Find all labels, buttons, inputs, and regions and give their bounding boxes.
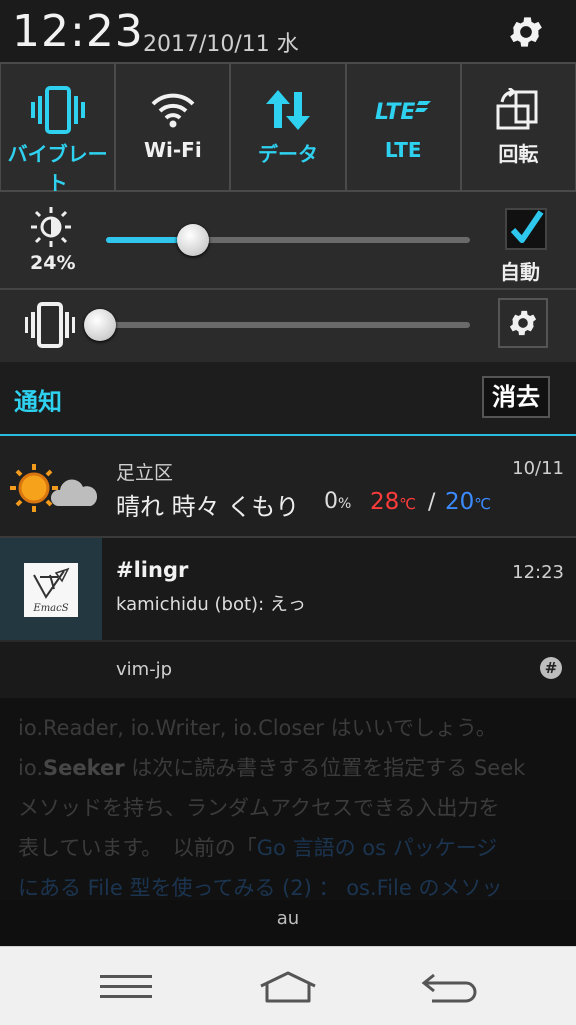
- temp-high: 28℃: [370, 489, 416, 515]
- toggle-label: 回転: [498, 142, 539, 166]
- quick-toggles: バイブレート Wi-Fi データ LTE LTE 回転: [0, 62, 576, 195]
- toggle-rotate[interactable]: 回転: [461, 64, 576, 190]
- vibration-settings-button[interactable]: [498, 298, 548, 348]
- navigation-bar: [0, 946, 576, 1025]
- auto-brightness-checkbox[interactable]: [505, 208, 547, 250]
- gear-icon: [509, 310, 537, 336]
- menu-icon: [100, 975, 152, 998]
- temp-high-value: 28: [370, 489, 400, 515]
- rain-chance: 0%: [324, 489, 351, 514]
- bg-text: は次に読み書きする位置を指定する Seek: [124, 756, 526, 780]
- brightness-percent: 24%: [30, 252, 76, 274]
- status-header: 12:23 2017/10/11 水: [0, 0, 576, 62]
- divider: [0, 640, 576, 642]
- sun-cloud-icon: [8, 462, 100, 518]
- weather-place: 足立区: [116, 462, 174, 484]
- bg-link: Go 言語の os パッケージ: [256, 836, 498, 860]
- clock: 12:23: [12, 6, 144, 57]
- checkmark-icon: [510, 210, 544, 243]
- temp-low-value: 20: [445, 489, 475, 515]
- weather-date: 10/11: [512, 458, 564, 479]
- lingr-app-name: vim-jp: [116, 659, 173, 680]
- temp-unit: ℃: [399, 495, 417, 513]
- lingr-message: kamichidu (bot): えっ: [116, 594, 306, 615]
- bg-text-line: io.Seeker は次に読み書きする位置を指定する Seek: [18, 752, 525, 782]
- data-arrows-icon: [231, 86, 344, 134]
- rain-unit: %: [338, 496, 352, 512]
- toggle-label: LTE: [384, 138, 422, 162]
- notification-title: 通知: [14, 388, 62, 416]
- bg-text: io.: [18, 756, 43, 780]
- lingr-notification[interactable]: EmacS #lingr 12:23 kamichidu (bot): えっ v…: [0, 538, 576, 698]
- carrier-label: au: [276, 908, 300, 929]
- hashtag-icon: #: [540, 657, 562, 679]
- bg-link: にある File 型を使ってみる (2) ： os.File のメソッ: [18, 876, 503, 900]
- toggle-label: データ: [258, 142, 318, 166]
- bg-text-bold: Seeker: [43, 756, 125, 780]
- vibrate-icon: [22, 302, 78, 352]
- icon-lettering: EmacS: [32, 603, 68, 614]
- home-button[interactable]: [253, 965, 323, 1009]
- vibration-slider-thumb[interactable]: [84, 309, 116, 341]
- bg-text: 表しています。 以前の「: [18, 836, 257, 860]
- toggle-wifi[interactable]: Wi-Fi: [116, 64, 230, 190]
- temp-separator: /: [428, 490, 436, 515]
- bg-text-line: io.Reader, io.Writer, io.Closer はいいでしょう。: [18, 716, 497, 740]
- toggle-label: バイブレート: [7, 142, 108, 195]
- lingr-title: #lingr: [116, 558, 189, 582]
- temp-low: 20℃: [445, 489, 491, 515]
- date: 2017/10/11 水: [143, 32, 299, 57]
- lte-icon: LTE: [347, 86, 460, 134]
- weather-description: 晴れ 時々 くもり: [116, 493, 300, 521]
- vibration-slider-track[interactable]: [100, 322, 470, 328]
- bg-text-line: メソッドを持ち、ランダムアクセスできる入出力を: [18, 796, 500, 820]
- wifi-icon: [116, 86, 229, 134]
- weather-notification[interactable]: 足立区 10/11 晴れ 時々 くもり 0% 28℃ / 20℃: [0, 436, 576, 538]
- back-icon: [421, 973, 477, 1003]
- rain-value: 0: [324, 489, 338, 514]
- toggle-vibrate[interactable]: バイブレート: [1, 64, 115, 195]
- settings-icon[interactable]: [505, 12, 547, 52]
- background-content: io.Reader, io.Writer, io.Closer はいいでしょう。…: [0, 700, 576, 900]
- bg-text-line: 表しています。 以前の「Go 言語の os パッケージ: [18, 832, 497, 862]
- brightness-icon: [30, 206, 72, 248]
- toggle-lte[interactable]: LTE LTE: [346, 64, 460, 190]
- menu-button[interactable]: [91, 965, 161, 1009]
- home-icon: [260, 971, 316, 1003]
- auto-brightness-label: 自動: [500, 260, 540, 284]
- toggle-label: Wi-Fi: [143, 138, 202, 162]
- back-button[interactable]: [415, 965, 485, 1009]
- svg-text:LTE: LTE: [375, 100, 415, 125]
- emacs-icon: EmacS: [24, 563, 78, 617]
- temp-unit: ℃: [474, 495, 492, 513]
- carrier-bar: au: [0, 900, 576, 946]
- toggle-data[interactable]: データ: [231, 64, 345, 190]
- clear-button[interactable]: 消去: [482, 376, 550, 418]
- brightness-slider-track[interactable]: [106, 237, 470, 243]
- rotate-icon: [462, 86, 575, 134]
- lingr-time: 12:23: [512, 562, 564, 583]
- vibrate-icon: [1, 86, 114, 134]
